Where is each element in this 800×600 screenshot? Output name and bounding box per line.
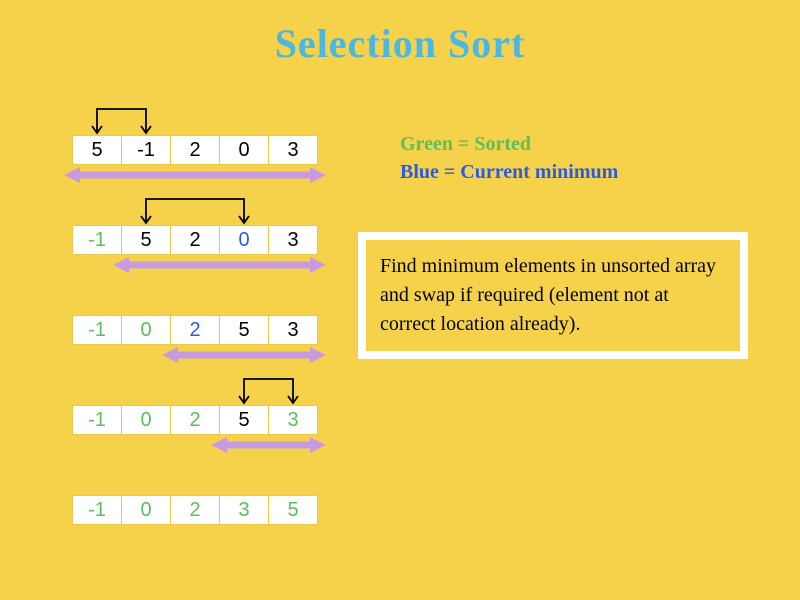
- array-row: -10253: [72, 405, 318, 435]
- array-cell: 3: [268, 405, 318, 435]
- array-cell: 5: [121, 225, 171, 255]
- scan-range-arrow-icon: [64, 165, 326, 185]
- array-cell: 5: [219, 315, 269, 345]
- scan-range-arrow-icon: [211, 435, 326, 455]
- array-cell: 0: [121, 405, 171, 435]
- array-cell: 3: [268, 135, 318, 165]
- legend-blue-label: Blue: [400, 161, 439, 183]
- array-row: 5-1203: [72, 135, 318, 165]
- array-cell: 2: [170, 135, 220, 165]
- legend-blue-desc: = Current minimum: [439, 161, 618, 183]
- array-cell: -1: [72, 315, 122, 345]
- array-cell: -1: [72, 225, 122, 255]
- array-stage: -10253: [72, 315, 318, 345]
- array-cell: 5: [268, 495, 318, 525]
- legend-green: Green = Sorted: [400, 130, 618, 158]
- array-cell: 3: [219, 495, 269, 525]
- swap-bracket-icon: [138, 195, 252, 225]
- array-row: -10235: [72, 495, 318, 525]
- array-cell: 2: [170, 225, 220, 255]
- array-cell: -1: [72, 405, 122, 435]
- legend-green-desc: = Sorted: [453, 133, 531, 155]
- description-box: Find minimum elements in unsorted array …: [358, 232, 748, 359]
- array-row: -10253: [72, 315, 318, 345]
- page-title: Selection Sort: [0, 0, 800, 67]
- array-cell: 3: [268, 315, 318, 345]
- array-cell: 5: [72, 135, 122, 165]
- array-stage: 5-1203: [72, 135, 318, 165]
- array-cell: 0: [219, 225, 269, 255]
- legend-green-label: Green: [400, 133, 453, 155]
- legend-blue: Blue = Current minimum: [400, 158, 618, 186]
- array-cell: 3: [268, 225, 318, 255]
- array-stage: -10235: [72, 495, 318, 525]
- array-stage: -10253: [72, 405, 318, 435]
- legend-block: Green = Sorted Blue = Current minimum: [400, 130, 618, 186]
- scan-range-arrow-icon: [113, 255, 326, 275]
- array-cell: 0: [121, 495, 171, 525]
- description-text: Find minimum elements in unsorted array …: [366, 240, 740, 351]
- array-cell: 0: [121, 315, 171, 345]
- array-cell: 2: [170, 405, 220, 435]
- swap-bracket-icon: [89, 105, 154, 135]
- array-cell: 0: [219, 135, 269, 165]
- array-cell: 2: [170, 315, 220, 345]
- array-stage: -15203: [72, 225, 318, 255]
- array-cell: 5: [219, 405, 269, 435]
- array-cell: -1: [72, 495, 122, 525]
- scan-range-arrow-icon: [162, 345, 326, 365]
- array-row: -15203: [72, 225, 318, 255]
- swap-bracket-icon: [236, 375, 301, 405]
- array-cell: 2: [170, 495, 220, 525]
- array-cell: -1: [121, 135, 171, 165]
